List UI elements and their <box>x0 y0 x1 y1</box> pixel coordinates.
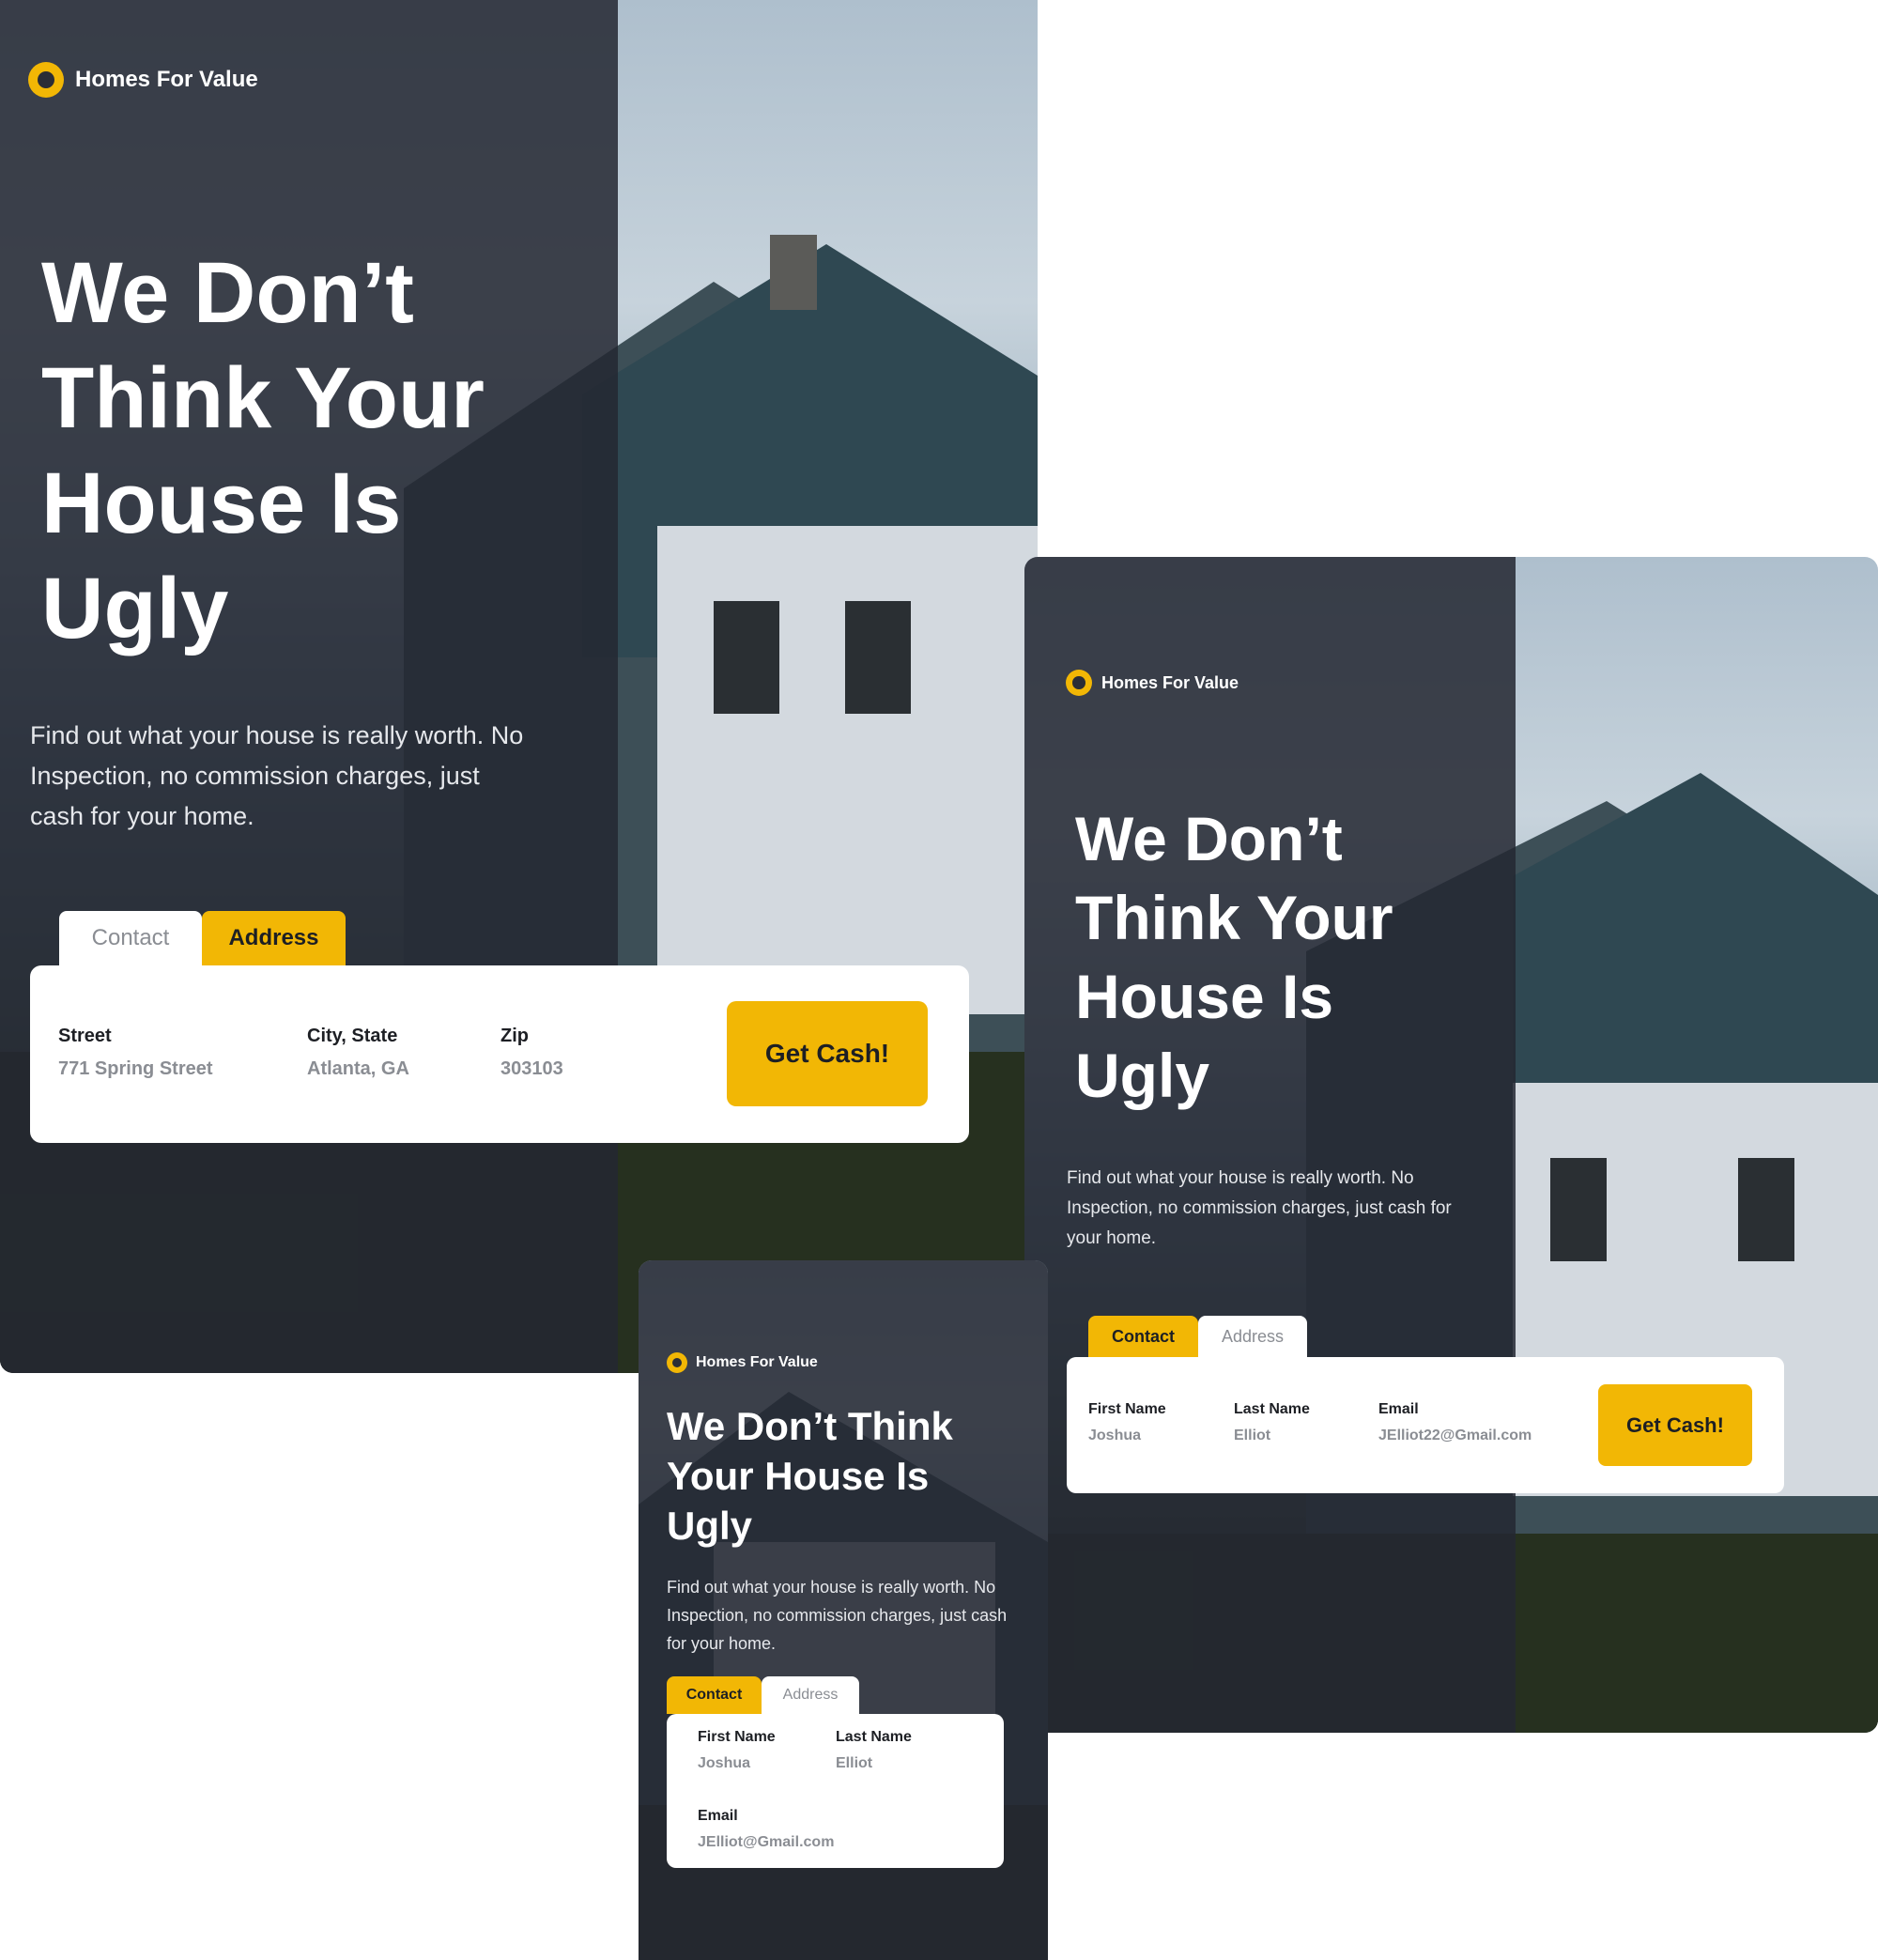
tab-contact-label: Contact <box>685 1687 743 1703</box>
hero-headline: We Don’t Think Your House Is Ugly <box>41 245 485 656</box>
hero-subtext: Find out what your house is really worth… <box>30 721 524 830</box>
street-field[interactable]: Street 771 Spring Street <box>58 1026 213 1080</box>
email-label: Email <box>1378 1401 1419 1417</box>
tab-address-label: Address <box>782 1687 839 1703</box>
brand-name: Homes For Value <box>696 1354 818 1370</box>
logo-icon <box>1066 670 1092 696</box>
email-value: JElliot@Gmail.com <box>698 1834 835 1850</box>
hero-headline: We Don’t Think Your House Is Ugly <box>667 1404 953 1548</box>
brand-name: Homes For Value <box>1101 672 1239 692</box>
logo-icon <box>28 62 64 98</box>
desktop-mockup: Homes For Value We Don’t Think Your Hous… <box>0 0 1038 1373</box>
tab-address[interactable]: Address <box>762 1676 859 1714</box>
email-field[interactable]: Email JElliot@Gmail.com <box>698 1808 834 1851</box>
zip-value: 303103 <box>500 1058 563 1079</box>
brand[interactable]: Homes For Value <box>667 1352 818 1373</box>
hero-headline: We Don’t Think Your House Is Ugly <box>1075 804 1393 1110</box>
address-form-card: Street 771 Spring Street City, State Atl… <box>30 965 969 1143</box>
form-tabs: Contact Address <box>667 1676 859 1714</box>
first-name-field[interactable]: First Name Joshua <box>698 1729 776 1772</box>
get-cash-button[interactable]: Get Cash! <box>1598 1384 1752 1466</box>
city-state-label: City, State <box>307 1026 398 1046</box>
logo-icon <box>667 1352 687 1373</box>
tab-contact[interactable]: Contact <box>667 1676 762 1714</box>
brand[interactable]: Homes For Value <box>1066 670 1239 696</box>
brand-name: Homes For Value <box>75 67 258 92</box>
email-field[interactable]: Email JElliot22@Gmail.com <box>1378 1401 1532 1444</box>
last-name-field[interactable]: Last Name Elliot <box>1234 1401 1310 1444</box>
last-name-field[interactable]: Last Name Elliot <box>836 1729 912 1772</box>
tablet-mockup: Homes For Value We Don’t Think Your Hous… <box>1024 557 1878 1733</box>
zip-field[interactable]: Zip 303103 <box>500 1026 563 1080</box>
hero-subtext: Find out what your house is really worth… <box>667 1578 1008 1653</box>
first-name-field[interactable]: First Name Joshua <box>1088 1401 1166 1444</box>
tab-contact-label: Contact <box>1112 1326 1175 1346</box>
last-name-label: Last Name <box>1234 1401 1310 1417</box>
form-tabs: Contact Address <box>1088 1316 1307 1357</box>
hero-panel <box>1024 557 1516 1733</box>
first-name-label: First Name <box>698 1729 776 1745</box>
tab-contact[interactable]: Contact <box>59 911 202 965</box>
get-cash-button[interactable]: Get Cash! <box>727 1001 928 1106</box>
first-name-value: Joshua <box>698 1755 751 1771</box>
contact-form-card: First Name Joshua Last Name Elliot Email… <box>1067 1357 1784 1493</box>
tab-address[interactable]: Address <box>1198 1316 1307 1357</box>
contact-form-card: First Name Joshua Last Name Elliot Email… <box>667 1714 1004 1868</box>
tab-contact-label: Contact <box>91 925 170 950</box>
tab-address-label: Address <box>1221 1326 1285 1346</box>
tab-contact[interactable]: Contact <box>1088 1316 1198 1357</box>
hero-subtext: Find out what your house is really worth… <box>1067 1168 1452 1248</box>
email-label: Email <box>698 1808 738 1824</box>
last-name-value: Elliot <box>836 1755 873 1771</box>
last-name-label: Last Name <box>836 1729 912 1745</box>
email-value: JElliot22@Gmail.com <box>1378 1428 1532 1443</box>
city-state-value: Atlanta, GA <box>307 1058 409 1079</box>
zip-label: Zip <box>500 1026 529 1046</box>
form-tabs: Contact Address <box>59 911 346 965</box>
first-name-label: First Name <box>1088 1401 1166 1417</box>
brand[interactable]: Homes For Value <box>28 62 258 98</box>
city-state-field[interactable]: City, State Atlanta, GA <box>307 1026 409 1080</box>
mobile-mockup: Homes For Value We Don’t Think Your Hous… <box>639 1260 1048 1960</box>
street-label: Street <box>58 1026 112 1046</box>
street-value: 771 Spring Street <box>58 1058 213 1079</box>
last-name-value: Elliot <box>1234 1428 1271 1443</box>
tab-address[interactable]: Address <box>202 911 346 965</box>
hero-panel <box>0 0 618 1373</box>
first-name-value: Joshua <box>1088 1428 1142 1443</box>
tab-address-label: Address <box>228 925 319 950</box>
